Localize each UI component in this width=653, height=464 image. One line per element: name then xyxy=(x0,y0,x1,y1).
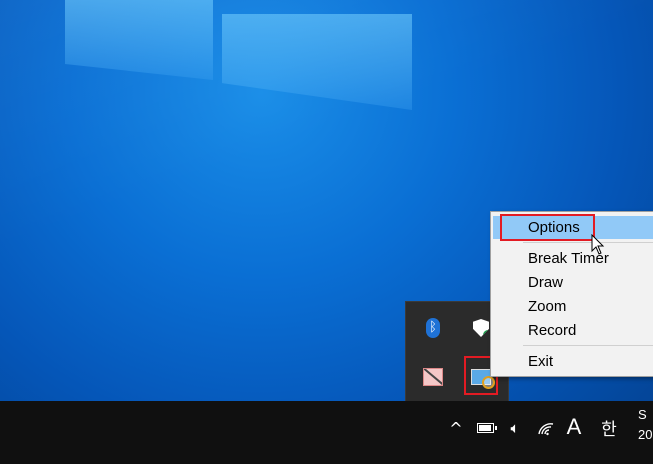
context-menu: Options Break Timer Draw Zoom Record Exi… xyxy=(490,211,653,377)
windows-logo-pane xyxy=(65,0,213,80)
menu-item-record[interactable]: Record xyxy=(493,319,653,342)
menu-separator xyxy=(523,242,653,243)
clock[interactable]: S 20 xyxy=(638,405,653,457)
taskbar: ^ 🔈︎ A 한 S 20 xyxy=(0,401,653,464)
menu-item-exit[interactable]: Exit xyxy=(493,350,653,373)
clock-time: S xyxy=(638,407,647,422)
draw-app-icon[interactable] xyxy=(422,366,444,388)
battery-icon[interactable] xyxy=(474,421,497,435)
bluetooth-icon[interactable]: ᛒ xyxy=(422,317,444,339)
show-hidden-icons-chevron-icon[interactable]: ^ xyxy=(446,417,466,439)
language-indicator[interactable]: 한 xyxy=(598,413,620,441)
windows-logo-pane xyxy=(222,14,412,110)
menu-item-zoom[interactable]: Zoom xyxy=(493,295,653,318)
ime-mode-indicator[interactable]: A xyxy=(563,413,585,441)
menu-item-break-timer[interactable]: Break Timer xyxy=(493,247,653,270)
clock-date: 20 xyxy=(638,427,653,442)
menu-item-draw[interactable]: Draw xyxy=(493,271,653,294)
mouse-cursor-icon xyxy=(591,234,605,255)
wifi-icon[interactable] xyxy=(536,417,556,439)
volume-icon[interactable]: 🔈︎ xyxy=(504,417,526,439)
options-highlight-box xyxy=(500,214,595,241)
windows-security-icon[interactable]: ✓ xyxy=(470,317,492,339)
menu-separator xyxy=(523,345,653,346)
